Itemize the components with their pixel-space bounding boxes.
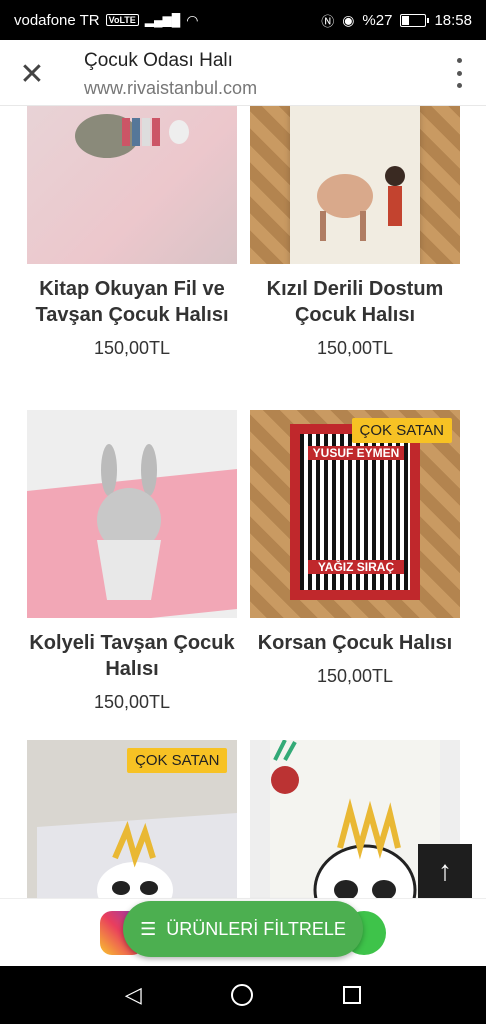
wifi-icon: ◠ — [186, 11, 199, 28]
product-card[interactable]: Kızıl Derili Dostum Çocuk Halısı 150,00T… — [250, 106, 460, 359]
volte-badge: VoLTE — [105, 14, 139, 26]
rug-text-bottom: YAĞIZ SIRAÇ — [308, 560, 404, 574]
battery-icon — [400, 13, 430, 27]
clock: 18:58 — [434, 11, 472, 29]
rug-text-top: YUSUF EYMEN — [308, 446, 404, 460]
product-card[interactable]: YUSUF EYMEN YAĞIZ SIRAÇ ÇOK SATAN Korsan… — [250, 410, 460, 687]
back-icon[interactable]: ◁ — [125, 982, 142, 1008]
elephant-rabbit-illustration — [75, 114, 189, 158]
scroll-to-top-button[interactable]: ↑ — [418, 844, 472, 898]
product-card[interactable]: Kolyeli Tavşan Çocuk Halısı 150,00TL — [27, 410, 237, 713]
sliders-icon: ☰ — [140, 918, 157, 939]
product-name[interactable]: Kitap Okuyan Fil ve Tavşan Çocuk Halısı — [27, 276, 237, 328]
rabbit-illustration — [97, 444, 161, 600]
page-url[interactable]: www.rivaistanbul.com — [84, 78, 257, 99]
bestseller-badge: ÇOK SATAN — [127, 748, 228, 773]
bestseller-badge: ÇOK SATAN — [351, 418, 452, 443]
bottom-action-bar: ☰ ÜRÜNLERİ FİLTRELE — [0, 898, 486, 966]
horse-girl-illustration — [317, 166, 405, 241]
signal-icon: ▂▄▆█ — [144, 13, 181, 27]
status-bar: vodafone TR VoLTE ▂▄▆█ ◠ Ⓝ ◉ %27 18:58 — [0, 0, 486, 40]
product-card[interactable]: Kitap Okuyan Fil ve Tavşan Çocuk Halısı … — [27, 106, 237, 359]
battery-percent: %27 — [362, 11, 393, 29]
product-price: 150,00TL — [93, 338, 171, 358]
product-price: 150,00TL — [93, 692, 171, 712]
eye-icon: ◉ — [342, 11, 355, 28]
arrow-up-icon: ↑ — [438, 855, 452, 886]
filter-products-button[interactable]: ☰ ÜRÜNLERİ FİLTRELE — [123, 901, 363, 957]
home-icon[interactable] — [231, 984, 254, 1006]
product-image[interactable] — [250, 106, 460, 264]
product-price: 150,00TL — [316, 666, 394, 686]
browser-toolbar: ✕ Çocuk Odası Halı www.rivaistanbul.com — [0, 40, 486, 106]
system-nav-bar: ◁ — [0, 966, 486, 1024]
product-image[interactable] — [27, 106, 237, 264]
carrier-label: vodafone TR — [14, 11, 100, 29]
product-image[interactable] — [27, 410, 237, 618]
page-title: Çocuk Odası Halı — [84, 50, 233, 71]
close-icon[interactable]: ✕ — [14, 56, 50, 92]
product-image[interactable]: ÇOK SATAN — [27, 740, 237, 898]
product-name[interactable]: Kolyeli Tavşan Çocuk Halısı — [27, 630, 237, 682]
product-image[interactable]: YUSUF EYMEN YAĞIZ SIRAÇ ÇOK SATAN — [250, 410, 460, 618]
product-grid: Kitap Okuyan Fil ve Tavşan Çocuk Halısı … — [0, 106, 486, 898]
more-options-icon[interactable] — [452, 58, 466, 88]
product-card[interactable]: ÇOK SATAN — [27, 740, 237, 898]
recent-apps-icon[interactable] — [343, 986, 362, 1004]
filter-button-label: ÜRÜNLERİ FİLTRELE — [166, 918, 346, 939]
product-name[interactable]: Korsan Çocuk Halısı — [250, 630, 460, 656]
nfc-icon: Ⓝ — [321, 13, 335, 29]
product-name[interactable]: Kızıl Derili Dostum Çocuk Halısı — [250, 276, 460, 328]
product-price: 150,00TL — [316, 338, 394, 358]
